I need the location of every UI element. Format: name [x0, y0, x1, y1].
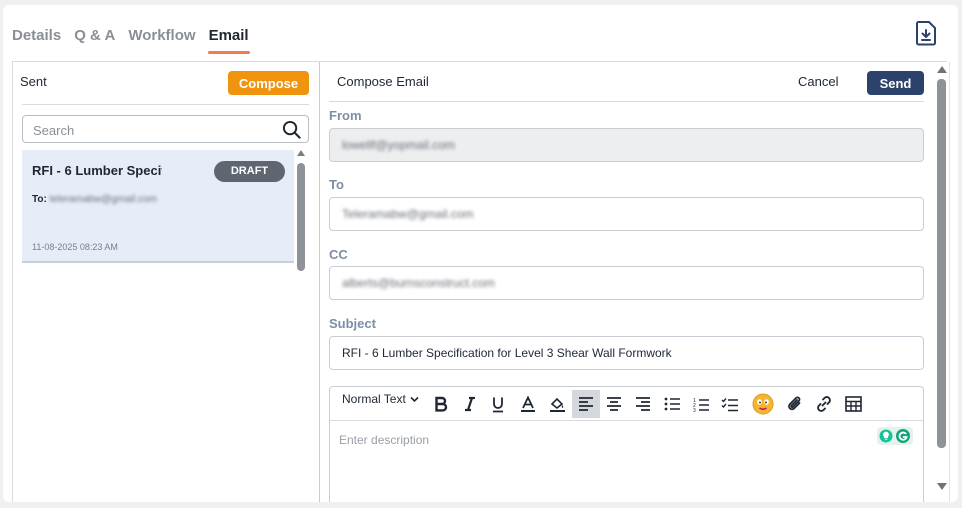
checklist-icon[interactable] — [719, 390, 741, 418]
search-input[interactable] — [33, 121, 273, 139]
to-value: Teleramabw@gmail.com — [342, 207, 474, 221]
table-icon[interactable] — [842, 390, 864, 418]
tab-bar: Details Q & A Workflow Email — [12, 27, 250, 54]
tab-details[interactable]: Details — [12, 27, 61, 52]
align-center-icon[interactable] — [603, 390, 625, 418]
tab-workflow[interactable]: Workflow — [128, 27, 195, 52]
numbered-list-icon[interactable]: 123 — [690, 390, 712, 418]
search-icon[interactable] — [282, 120, 301, 139]
attachment-icon[interactable] — [784, 390, 806, 418]
align-right-icon[interactable] — [632, 390, 654, 418]
mail-timestamp: 11-08-2025 08:23 AM — [32, 242, 118, 252]
recipient-label: To: — [32, 194, 47, 205]
cancel-button[interactable]: Cancel — [798, 74, 838, 89]
text-format-dropdown[interactable]: Normal Text — [342, 392, 419, 406]
compose-header-divider — [329, 101, 924, 102]
highlight-icon[interactable] — [546, 390, 568, 418]
description-editor[interactable]: Normal Text 1 2 3 Enter description — [329, 386, 924, 502]
list-header-divider — [22, 104, 309, 105]
scroll-up-arrow[interactable] — [297, 150, 305, 156]
align-left-icon[interactable] — [572, 390, 600, 418]
panel-divider — [319, 62, 320, 502]
tab-qa[interactable]: Q & A — [74, 27, 115, 52]
tab-email[interactable]: Email — [207, 27, 250, 54]
grammarly-icon[interactable] — [877, 427, 913, 445]
scroll-down-arrow[interactable] — [937, 483, 947, 490]
bullet-list-icon[interactable] — [661, 390, 683, 418]
svg-text:3: 3 — [693, 408, 696, 412]
cc-label: CC — [329, 247, 348, 262]
download-icon[interactable] — [914, 20, 938, 46]
subject-field[interactable]: RFI - 6 Lumber Specification for Level 3… — [329, 336, 924, 370]
mail-subject: RFI - 6 Lumber Specific — [32, 163, 162, 178]
bold-icon[interactable] — [430, 390, 452, 418]
from-field: lowellf@yopmail.com — [329, 128, 924, 162]
compose-button[interactable]: Compose — [228, 71, 309, 95]
emoji-icon[interactable] — [751, 390, 775, 418]
description-placeholder: Enter description — [339, 433, 430, 447]
mail-recipient: To: teleramabw@gmail.com — [32, 194, 157, 205]
cc-field[interactable]: alberts@burnsconstruct.com — [329, 266, 924, 300]
list-scrollbar[interactable] — [297, 163, 305, 271]
chevron-down-icon — [410, 397, 419, 403]
italic-icon[interactable] — [459, 390, 481, 418]
to-label: To — [329, 177, 344, 192]
font-color-icon[interactable] — [517, 390, 539, 418]
subject-label: Subject — [329, 316, 376, 331]
to-field[interactable]: Teleramabw@gmail.com — [329, 197, 924, 231]
status-badge: DRAFT — [214, 161, 285, 182]
send-button[interactable]: Send — [867, 71, 924, 95]
cc-value: alberts@burnsconstruct.com — [342, 276, 495, 290]
search-field[interactable] — [22, 115, 309, 143]
from-label: From — [329, 108, 362, 123]
link-icon[interactable] — [813, 390, 835, 418]
compose-title: Compose Email — [337, 74, 429, 89]
email-panel-card: Details Q & A Workflow Email Sent Compos… — [3, 5, 958, 502]
scroll-up-arrow[interactable] — [937, 66, 947, 73]
scrollbar-track — [949, 62, 950, 502]
recipient-address: teleramabw@gmail.com — [49, 194, 158, 205]
editor-toolbar: Normal Text 1 2 3 — [330, 387, 923, 421]
folder-label: Sent — [20, 74, 47, 89]
list-item[interactable]: RFI - 6 Lumber Specific DRAFT To: telera… — [22, 150, 294, 263]
text-format-label: Normal Text — [342, 392, 406, 406]
compose-scrollbar[interactable] — [937, 79, 946, 448]
from-value: lowellf@yopmail.com — [342, 138, 455, 152]
underline-icon[interactable] — [487, 390, 509, 418]
